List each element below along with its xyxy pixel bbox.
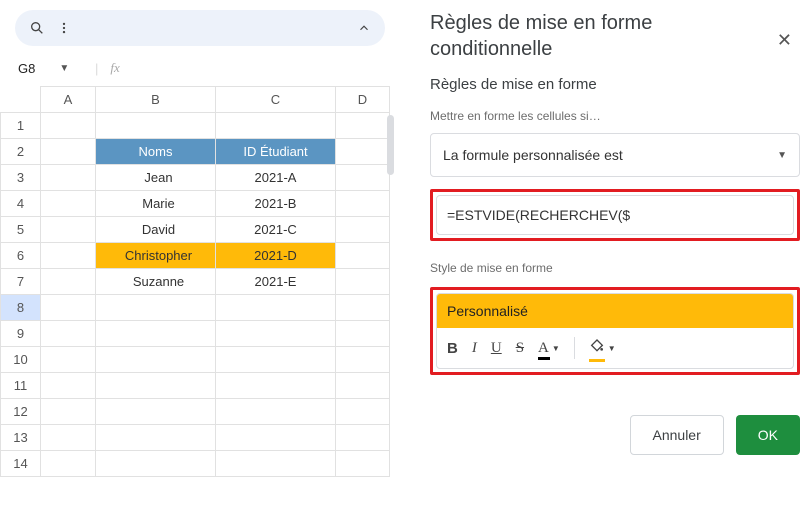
spreadsheet-grid[interactable]: A B C D 1 2 Noms ID Étudiant 3 Jean2021-A…: [0, 86, 390, 477]
bold-button[interactable]: B: [447, 340, 458, 357]
more-vert-icon[interactable]: [57, 21, 71, 35]
col-header[interactable]: B: [96, 87, 216, 113]
cell-id[interactable]: 2021-B: [216, 191, 336, 217]
row-header[interactable]: 9: [1, 321, 41, 347]
style-preview[interactable]: Personnalisé: [437, 294, 793, 328]
paint-bucket-icon: [589, 338, 605, 359]
style-label: Style de mise en forme: [430, 261, 800, 275]
table-header-names[interactable]: Noms: [96, 139, 216, 165]
name-box[interactable]: G8 ▼: [18, 61, 83, 76]
formula-text: =ESTVIDE(RECHERCHEV($: [447, 207, 630, 223]
row-header[interactable]: 7: [1, 269, 41, 295]
cell-name[interactable]: Jean: [96, 165, 216, 191]
scrollbar[interactable]: [387, 115, 394, 175]
fx-label: fx: [110, 60, 119, 76]
cell-id[interactable]: 2021-A: [216, 165, 336, 191]
row-header[interactable]: 8: [1, 295, 41, 321]
table-header-id[interactable]: ID Étudiant: [216, 139, 336, 165]
caret-down-icon: ▼: [777, 150, 787, 161]
strikethrough-button[interactable]: S: [516, 340, 524, 357]
panel-title: Règles de mise en forme conditionnelle: [430, 10, 800, 62]
condition-value: La formule personnalisée est: [443, 147, 623, 163]
separator: [574, 337, 575, 359]
close-icon[interactable]: ✕: [777, 30, 792, 51]
toolbar: [15, 10, 385, 46]
row-header[interactable]: 13: [1, 425, 41, 451]
panel-subtitle: Règles de mise en forme: [430, 76, 800, 93]
row-header[interactable]: 4: [1, 191, 41, 217]
name-box-row: G8 ▼ | fx: [0, 54, 400, 82]
row-header[interactable]: 5: [1, 217, 41, 243]
cell-reference: G8: [18, 61, 35, 76]
row-header[interactable]: 10: [1, 347, 41, 373]
row-header[interactable]: 2: [1, 139, 41, 165]
highlight-box: Personnalisé B I U S A▼ ▼: [430, 287, 800, 375]
cell-name[interactable]: Suzanne: [96, 269, 216, 295]
italic-button[interactable]: I: [472, 340, 477, 357]
cell-name[interactable]: Christopher: [96, 243, 216, 269]
cell-id[interactable]: 2021-E: [216, 269, 336, 295]
search-icon[interactable]: [29, 20, 45, 36]
row-header[interactable]: 14: [1, 451, 41, 477]
ok-button[interactable]: OK: [736, 415, 800, 455]
row-header[interactable]: 3: [1, 165, 41, 191]
formula-input[interactable]: =ESTVIDE(RECHERCHEV($: [436, 195, 794, 235]
fill-color-button[interactable]: ▼: [589, 338, 616, 359]
col-header[interactable]: A: [41, 87, 96, 113]
text-color-button[interactable]: A▼: [538, 340, 560, 357]
format-if-label: Mettre en forme les cellules si…: [430, 109, 800, 123]
style-box: Personnalisé B I U S A▼ ▼: [436, 293, 794, 369]
underline-button[interactable]: U: [491, 340, 502, 357]
row-header[interactable]: 6: [1, 243, 41, 269]
format-toolbar: B I U S A▼ ▼: [437, 328, 793, 368]
grid-corner[interactable]: [1, 87, 41, 113]
style-name: Personnalisé: [447, 303, 528, 319]
conditional-format-panel: Règles de mise en forme conditionnelle ✕…: [430, 10, 800, 520]
row-header[interactable]: 11: [1, 373, 41, 399]
cell-name[interactable]: David: [96, 217, 216, 243]
cell-id[interactable]: 2021-C: [216, 217, 336, 243]
row-header[interactable]: 12: [1, 399, 41, 425]
col-header[interactable]: C: [216, 87, 336, 113]
button-row: Annuler OK: [430, 415, 800, 455]
cell-id[interactable]: 2021-D: [216, 243, 336, 269]
caret-down-icon: ▼: [59, 63, 69, 74]
chevron-up-icon[interactable]: [357, 21, 371, 35]
cancel-button[interactable]: Annuler: [630, 415, 724, 455]
condition-select[interactable]: La formule personnalisée est ▼: [430, 133, 800, 177]
row-header[interactable]: 1: [1, 113, 41, 139]
cell-name[interactable]: Marie: [96, 191, 216, 217]
highlight-box: =ESTVIDE(RECHERCHEV($: [430, 189, 800, 241]
col-header[interactable]: D: [336, 87, 390, 113]
